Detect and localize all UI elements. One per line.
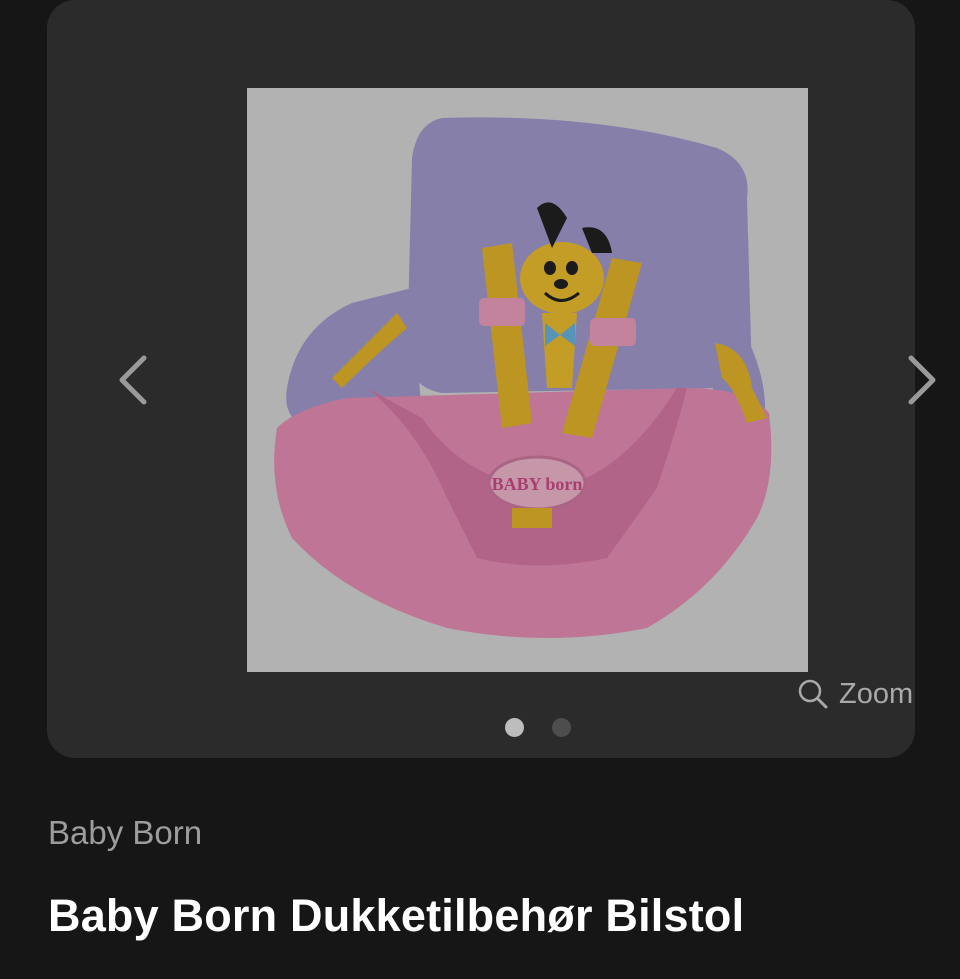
pagination-dot-2[interactable] <box>552 718 571 737</box>
product-brand[interactable]: Baby Born <box>48 814 202 852</box>
next-image-button[interactable] <box>892 348 952 412</box>
chevron-right-icon <box>908 355 936 405</box>
image-gallery-card: BABY born Zoom <box>47 0 936 758</box>
previous-image-button[interactable] <box>103 348 163 412</box>
zoom-button[interactable]: Zoom <box>797 674 913 714</box>
product-image[interactable]: BABY born <box>247 88 808 672</box>
product-title: Baby Born Dukketilbehør Bilstol <box>48 890 745 941</box>
zoom-label: Zoom <box>839 677 914 710</box>
magnifier-icon <box>798 679 828 709</box>
car-seat-illustration: BABY born <box>247 88 808 672</box>
gallery-pagination <box>505 718 571 737</box>
pagination-dot-1[interactable] <box>505 718 524 737</box>
chevron-left-icon <box>119 355 147 405</box>
